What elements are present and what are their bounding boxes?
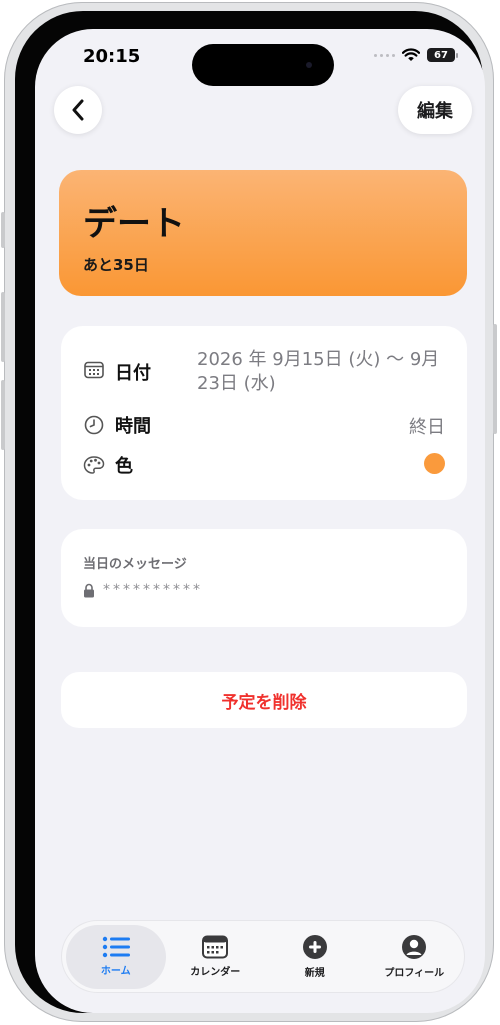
palette-icon [83,454,105,476]
event-details-card: 日付 2026 年 9月15日 (火) 〜 9月23日 (水) 時間 終日 色 [61,326,467,500]
color-row[interactable]: 色 [83,452,445,478]
lock-icon [84,583,94,597]
date-label: 日付 [115,363,151,384]
time-value: 終日 [409,417,445,438]
battery-level: 67 [434,49,448,61]
event-title: デート [83,204,185,244]
delete-event-button[interactable]: 予定を削除 [61,672,467,728]
calendar-icon [202,935,229,959]
signal-icon [374,53,395,57]
color-label: 色 [115,456,133,477]
date-row: 日付 2026 年 9月15日 (火) 〜 9月23日 (水) [83,349,445,400]
tab-profile[interactable]: プロフィール [365,925,465,989]
list-icon [102,936,130,958]
message-card[interactable]: 当日のメッセージ ********** [61,529,467,627]
person-circle-icon [402,935,427,959]
tab-calendar[interactable]: カレンダー [166,925,266,989]
tab-home[interactable]: ホーム [66,924,166,989]
tab-calendar-label: カレンダー [190,967,241,978]
message-label: 当日のメッセージ [83,557,187,572]
back-button[interactable] [54,86,102,134]
event-color-swatch[interactable] [424,453,445,474]
event-countdown: あと35日 [83,256,149,274]
wifi-icon [402,48,420,61]
status-time: 20:15 [83,46,141,67]
clock-icon [83,414,105,436]
battery-icon: 67 [427,48,458,62]
tab-new-label: 新規 [304,968,325,979]
chevron-left-icon [72,99,84,121]
tab-new[interactable]: 新規 [265,925,365,989]
message-masked-text: ********** [103,582,203,598]
app-screen: 20:15 67 編集 デート あと35日 日付 2026 年 9月15日 (火… [35,29,485,1013]
dynamic-island [192,44,334,86]
edit-button[interactable]: 編集 [398,86,472,134]
tab-bar: ホーム カレンダー 新規 プロフィール [62,921,464,992]
status-icons: 67 [374,48,458,62]
plus-circle-icon [302,935,327,959]
date-value: 2026 年 9月15日 (火) 〜 9月23日 (水) [197,349,440,394]
event-hero-card: デート あと35日 [59,170,467,296]
tab-home-label: ホーム [100,966,131,977]
time-label: 時間 [115,416,151,437]
tab-profile-label: プロフィール [384,968,445,979]
calendar-icon [83,359,105,381]
phone-frame: 20:15 67 編集 デート あと35日 日付 2026 年 9月15日 (火… [1,2,497,1022]
time-row: 時間 終日 [83,412,445,438]
